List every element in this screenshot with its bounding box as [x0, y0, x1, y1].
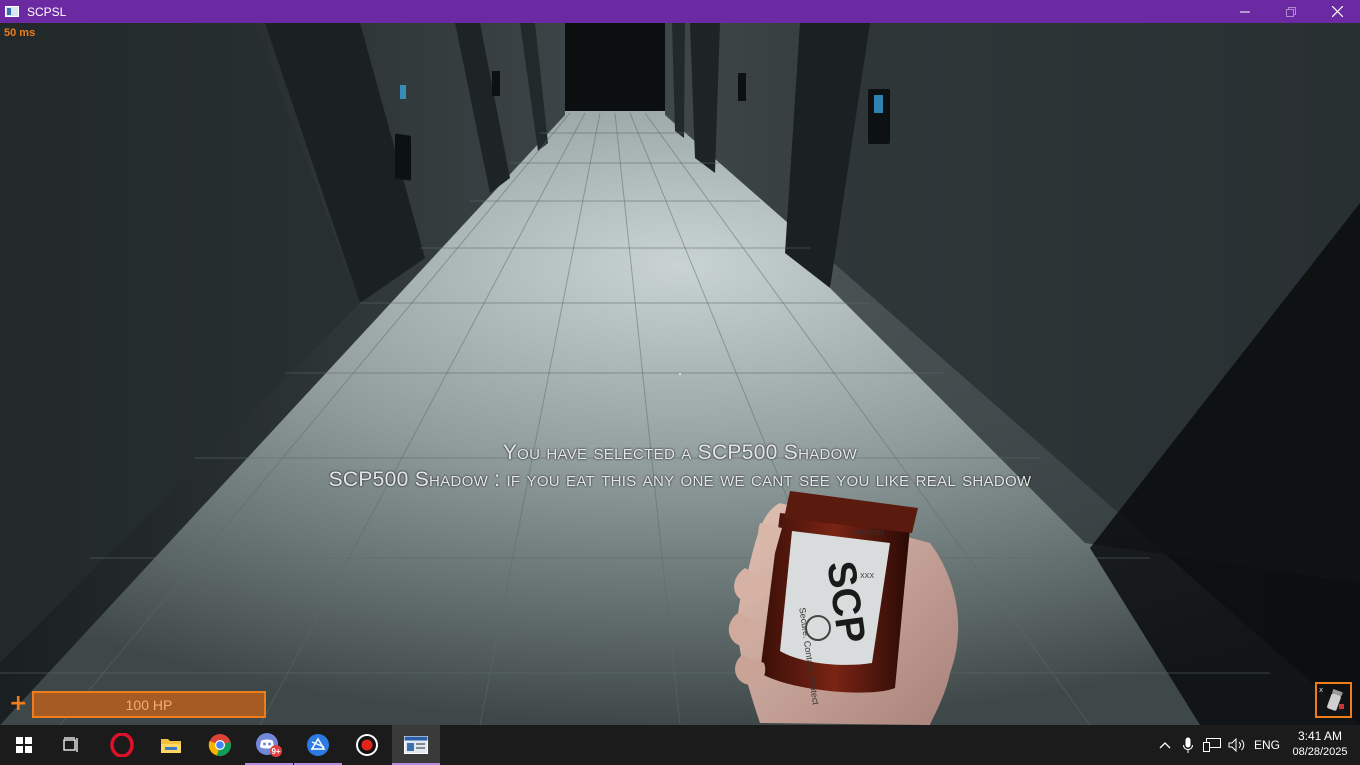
scp500-bottle: SCP Secure. Contain. Protect CAUTION XXX: [760, 491, 918, 706]
minimize-button[interactable]: [1222, 0, 1268, 23]
scpsl-window-icon: [404, 736, 428, 754]
taskbar-opera[interactable]: [98, 725, 146, 765]
game-viewport[interactable]: SCP Secure. Contain. Protect CAUTION XXX…: [0, 23, 1360, 725]
ping-indicator: 50 ms: [4, 27, 36, 39]
close-button[interactable]: [1314, 0, 1360, 23]
tray-overflow-button[interactable]: [1154, 725, 1176, 765]
pill-bottle-icon: x: [1319, 686, 1344, 711]
microphone-icon: [1183, 737, 1193, 753]
volume-icon: [1228, 738, 1245, 752]
clock-date: 08/28/2025: [1292, 746, 1348, 758]
close-icon: [1331, 6, 1343, 17]
restore-button[interactable]: [1268, 0, 1314, 23]
start-button[interactable]: [0, 725, 48, 765]
windows-icon: [16, 737, 32, 753]
taskbar-blue-app[interactable]: [294, 725, 342, 765]
discord-badge: 9+: [271, 747, 280, 756]
selection-message: You have selected a SCP500 Shadow: [502, 441, 858, 464]
task-view-button[interactable]: [48, 725, 96, 765]
window-controls: [1222, 0, 1360, 23]
taskbar: 9+ ENG 3:41 AM 08/28/2025: [0, 725, 1360, 765]
folder-icon: [161, 739, 181, 753]
taskbar-scpsl[interactable]: [392, 725, 440, 765]
svg-text:x: x: [1319, 686, 1323, 694]
discord-icon: 9+: [256, 733, 282, 757]
task-view-icon: [63, 737, 78, 752]
taskbar-file-explorer[interactable]: [147, 725, 195, 765]
tray-volume[interactable]: [1226, 725, 1248, 765]
health-bar: 100 HP: [32, 691, 266, 718]
taskbar-discord[interactable]: 9+: [245, 725, 293, 765]
blue-app-icon: [307, 734, 329, 756]
clock-time: 3:41 AM: [1297, 729, 1343, 743]
tray-network[interactable]: [1201, 725, 1223, 765]
taskbar-recorder[interactable]: [343, 725, 391, 765]
language-indicator[interactable]: ENG: [1254, 738, 1280, 752]
network-icon: [1203, 738, 1221, 752]
minimize-icon: [1240, 11, 1250, 12]
inventory-slot-equipped[interactable]: x: [1315, 682, 1352, 718]
bottle-caution-text: CAUTION: [852, 530, 884, 537]
chevron-up-icon: [1159, 742, 1171, 749]
restore-icon: [1286, 6, 1296, 17]
crosshair: [679, 373, 681, 375]
health-label: 100 HP: [125, 697, 173, 713]
app-window-icon: [5, 6, 19, 17]
window-titlebar: SCPSL: [0, 0, 1360, 23]
item-description-message: SCP500 Shadow : if you eat this any one …: [328, 468, 1032, 491]
chrome-icon: [208, 734, 231, 756]
taskbar-clock[interactable]: 3:41 AM 08/28/2025: [1284, 728, 1356, 760]
taskbar-chrome[interactable]: [196, 725, 244, 765]
record-icon: [356, 734, 378, 756]
window-title: SCPSL: [27, 4, 67, 19]
bottle-marks-text: XXX: [860, 573, 874, 580]
tray-microphone[interactable]: [1178, 725, 1198, 765]
opera-icon: [110, 733, 134, 757]
health-plus-icon: +: [9, 691, 28, 716]
